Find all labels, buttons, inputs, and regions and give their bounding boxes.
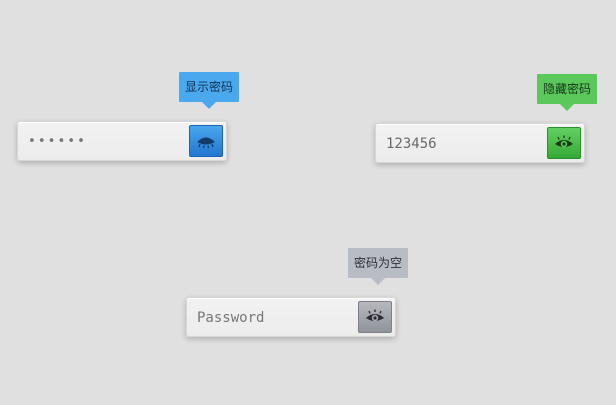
tooltip-password-empty: 密码为空 (348, 248, 409, 285)
password-value: 123456 (386, 136, 437, 152)
eye-closed-icon (197, 137, 215, 149)
password-value: •••••• (28, 134, 87, 149)
hide-password-button[interactable] (547, 127, 581, 159)
eye-icon (366, 309, 384, 322)
password-group-masked: 显示密码 •••••• (17, 72, 240, 167)
show-password-button[interactable] (189, 125, 223, 157)
password-toggle-button[interactable] (358, 301, 392, 333)
eye-icon (555, 135, 573, 148)
password-group-empty: 密码为空 Password (186, 248, 409, 343)
password-field-visible[interactable]: 123456 (375, 123, 585, 163)
password-placeholder: Password (197, 310, 265, 326)
password-group-visible: 隐藏密码 123456 (375, 74, 598, 169)
tooltip-show-password: 显示密码 (179, 72, 240, 109)
password-field-empty[interactable]: Password (186, 297, 396, 337)
password-field-masked[interactable]: •••••• (17, 121, 227, 161)
tooltip-hide-password: 隐藏密码 (537, 74, 598, 111)
